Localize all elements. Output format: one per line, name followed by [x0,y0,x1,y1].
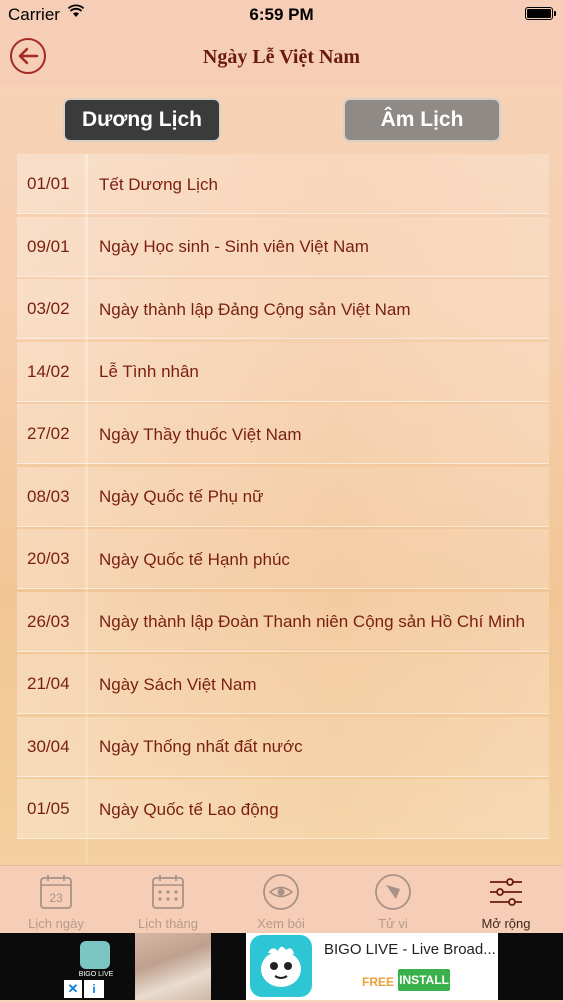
holiday-row[interactable]: 14/02 Lễ Tình nhân [17,341,549,402]
tab-label: Mở rộng [481,916,531,931]
holiday-row[interactable]: 01/05 Ngày Quốc tế Lao động [17,779,549,839]
tab-label: Xem bói [257,916,305,931]
holiday-name: Tết Dương Lịch [99,174,218,194]
ad-photo [135,933,211,1000]
holiday-row[interactable]: 27/02 Ngày Thầy thuốc Việt Nam [17,404,549,464]
holiday-date: 01/05 [27,799,70,818]
ad-close-icon[interactable]: ✕ [64,980,82,998]
nav-bar: Ngày Lễ Việt Nam [0,30,563,86]
holiday-date: 27/02 [27,424,70,443]
calendar-day-icon: 23 [40,875,72,909]
holiday-name: Ngày Quốc tế Hạnh phúc [99,549,290,569]
ad-small-logo-label: BIGO LIVE [78,971,114,978]
holiday-name: Lễ Tình nhân [99,362,199,381]
bigo-app-icon [250,935,312,997]
tab-lich-ngay[interactable]: 23 Lịch ngày [0,866,112,934]
holiday-row[interactable]: 26/03 Ngày thành lập Đoàn Thanh niên Cộng… [17,591,549,652]
holiday-name: Ngày Thầy thuốc Việt Nam [99,424,302,444]
battery-icon [525,7,556,20]
ad-app-name: BIGO LIVE - Live Broad... [324,941,496,958]
tab-xem-boi[interactable]: Xem bói [225,866,337,934]
status-time: 6:59 PM [249,5,314,24]
page-title: Ngày Lễ Việt Nam [202,46,361,68]
holiday-date: 26/03 [27,611,70,631]
holiday-date: 01/01 [27,174,70,193]
holiday-name: Ngày Quốc tế Phụ nữ [99,487,264,506]
holiday-date: 30/04 [27,736,70,756]
tab-label: Tử vi [378,916,408,931]
tab-label: Lịch ngày [28,916,84,931]
ad-free-label: FREE [362,975,395,989]
holiday-row[interactable]: 09/01 Ngày Học sinh - Sinh viên Việt Nam [17,216,549,277]
holiday-date: 21/04 [27,674,70,693]
eye-icon [263,874,299,910]
tab-tu-vi[interactable]: Tử vi [337,866,449,934]
calendar-month-icon [152,875,184,909]
bigo-logo-icon [80,941,110,969]
tab-label: Lịch tháng [138,916,198,931]
ad-info-icon[interactable]: i [84,980,104,998]
compass-icon [375,874,411,910]
holiday-row[interactable]: 20/03 Ngày Quốc tế Hạnh phúc [17,529,549,589]
calendar-day-number: 23 [49,891,63,905]
segment-solar-calendar[interactable]: Dương Lịch [63,98,221,142]
holiday-date: 20/03 [27,549,70,568]
holiday-row[interactable]: 01/01 Tết Dương Lịch [17,154,549,214]
holiday-name: Ngày Học sinh - Sinh viên Việt Nam [99,237,369,256]
holiday-name: Ngày thành lập Đoàn Thanh niên Cộng sản … [99,612,525,631]
tab-lich-thang[interactable]: Lịch tháng [112,866,224,934]
segment-lunar-calendar[interactable]: Âm Lịch [343,98,501,142]
holiday-list[interactable]: 01/01 Tết Dương Lịch 09/01 Ngày Học sinh - … [17,154,549,864]
sliders-icon [490,878,522,906]
holiday-date: 09/01 [27,236,70,256]
install-button[interactable]: INSTALL [398,969,450,991]
holiday-date: 14/02 [27,361,70,381]
holiday-name: Ngày Sách Việt Nam [99,674,257,694]
status-bar: Carrier 6:59 PM [0,0,563,30]
holiday-name: Ngày Quốc tế Lao động [99,799,279,819]
tab-bar: 23 Lịch ngày Lịch tháng Xem bói Tử vi Mở… [0,865,563,934]
tab-mo-rong[interactable]: Mở rộng [450,866,562,934]
ad-card[interactable]: BIGO LIVE - Live Broad... FREE INSTALL [246,933,498,1000]
holiday-row[interactable]: 21/04 Ngày Sách Việt Nam [17,654,549,714]
ad-banner[interactable]: BIGO LIVE ✕ i BIGO LIVE - Live Broad... … [0,933,563,1000]
holiday-date: 08/03 [27,486,70,506]
holiday-name: Ngày thành lập Đảng Cộng sản Việt Nam [99,299,411,319]
holiday-date: 03/02 [27,299,70,318]
holiday-row[interactable]: 30/04 Ngày Thống nhất đất nước [17,716,549,777]
holiday-row[interactable]: 08/03 Ngày Quốc tế Phụ nữ [17,466,549,527]
holiday-row[interactable]: 03/02 Ngày thành lập Đảng Cộng sản Việt N… [17,279,549,339]
holiday-name: Ngày Thống nhất đất nước [99,737,303,756]
